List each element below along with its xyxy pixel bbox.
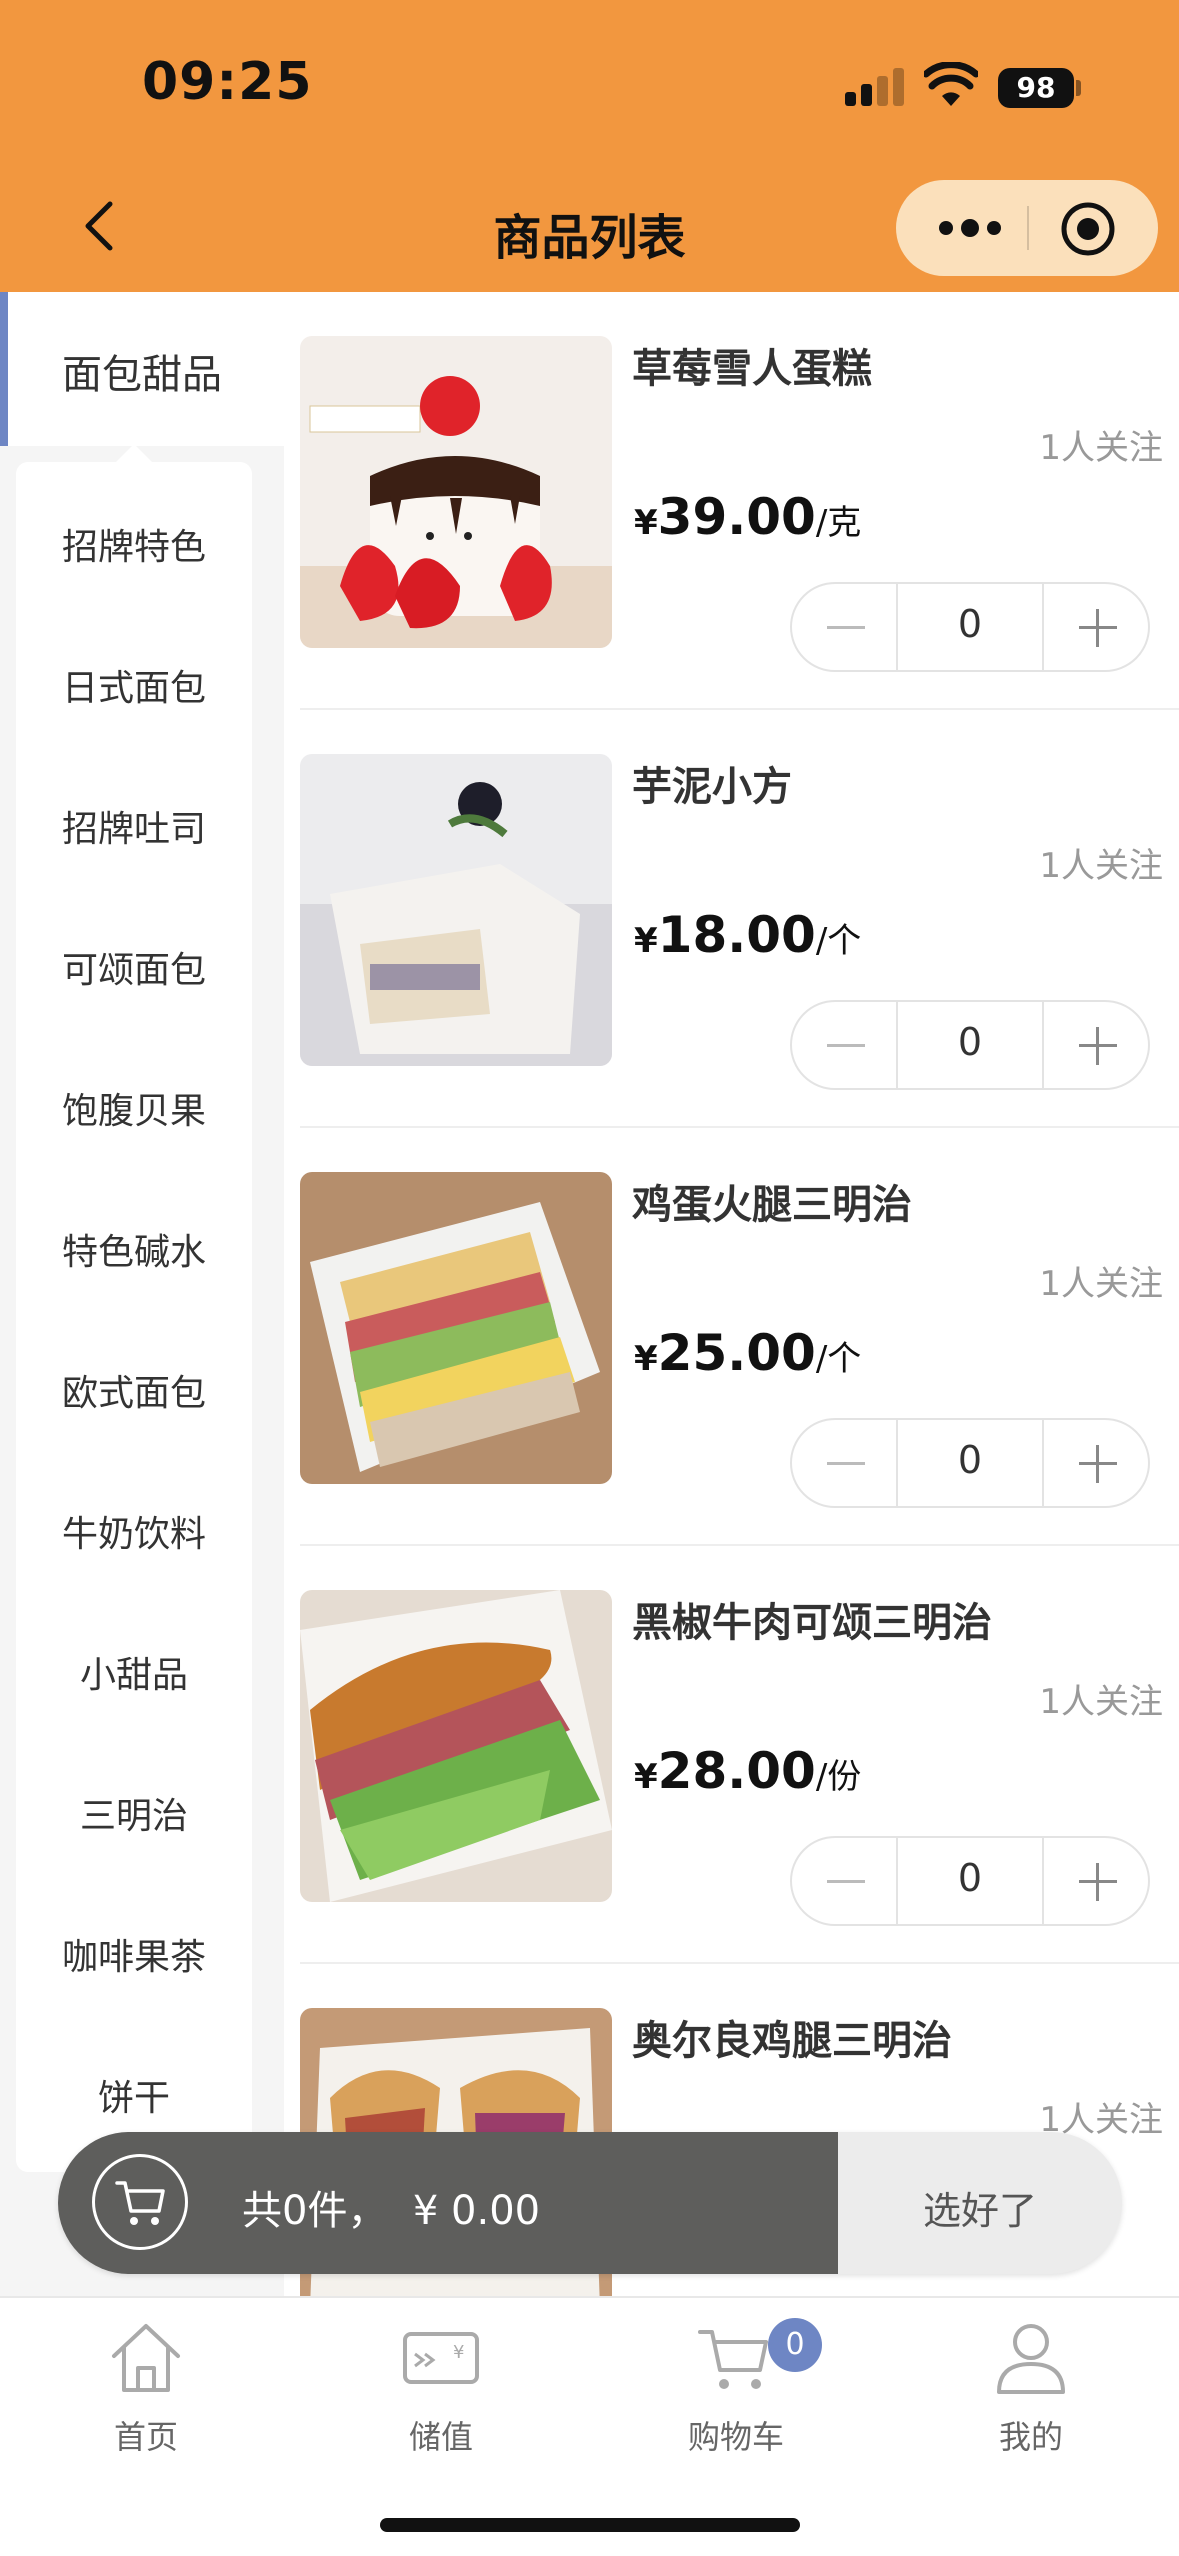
subcategory-panel: 招牌特色 日式面包 招牌吐司 可颂面包 饱腹贝果 特色碱水 欧式面包 牛奶饮料 … [16,462,252,2172]
checkout-button[interactable]: 选好了 [838,2180,1122,2235]
wallet-card-icon: ¥ [403,2332,479,2384]
price-unit: /份 [815,1757,862,1797]
follow-count: 1人关注 [1039,1264,1163,1304]
svg-text:¥: ¥ [453,2342,464,2363]
cellular-signal-icon [845,66,905,106]
currency-symbol: ¥ [634,503,658,543]
product-name: 鸡蛋火腿三明治 [632,1182,912,1228]
follow-count: 1人关注 [1039,428,1163,468]
follow-count: 1人关注 [1039,846,1163,886]
battery-tip [1076,80,1081,96]
cart-icon [698,2330,768,2389]
capsule-divider [1027,206,1029,250]
quantity-stepper: 0 [790,582,1150,672]
strawberry-cake-photo[interactable] [300,336,612,648]
product-name: 芋泥小方 [632,764,792,810]
subcategory-item[interactable]: 招牌特色 [16,518,252,570]
tab-label: 购物车 [687,2418,784,2456]
product-price: ¥28.00/份 [634,1742,861,1800]
quantity-stepper: 0 [790,1836,1150,1926]
subcategory-item[interactable]: 饼干 [16,2069,252,2121]
taro-cake-photo[interactable] [300,754,612,1066]
decrease-button[interactable] [792,1002,898,1088]
croissant-sandwich-photo[interactable] [300,1590,612,1902]
subcategory-item[interactable]: 饱腹贝果 [16,1082,252,1134]
status-time: 09:25 [142,52,313,112]
active-notch [116,444,152,462]
egg-ham-sandwich-photo[interactable] [300,1172,612,1484]
product-name: 黑椒牛肉可颂三明治 [632,1600,992,1646]
increase-button[interactable] [1042,1420,1148,1506]
bottom-tab-bar: 首页 ¥ 储值 0 购物车 我的 [0,2296,1179,2556]
cart-count-badge: 0 [768,2318,822,2372]
increase-button[interactable] [1042,584,1148,670]
tab-home[interactable]: 首页 [46,2318,246,2468]
cart-total: 共0件， ¥ 0.00 [242,2188,541,2234]
wifi-icon [924,62,978,106]
cart-summary-bar[interactable]: 共0件， ¥ 0.00 选好了 [58,2132,1122,2274]
tab-cart[interactable]: 0 购物车 [636,2318,836,2468]
subcategory-item[interactable]: 三明治 [16,1787,252,1839]
quantity-value: 0 [957,1856,983,1900]
tab-label: 首页 [113,2418,178,2456]
category-active[interactable]: 面包甜品 [0,292,284,446]
subcategory-item[interactable]: 日式面包 [16,659,252,711]
home-indicator[interactable] [380,2518,800,2532]
currency-symbol: ¥ [634,1339,658,1379]
category-label: 面包甜品 [62,352,222,398]
increase-button[interactable] [1042,1838,1148,1924]
subcategory-item[interactable]: 咖啡果茶 [16,1928,252,1980]
tab-mine[interactable]: 我的 [931,2318,1131,2468]
decrease-button[interactable] [792,584,898,670]
home-icon [112,2324,180,2392]
quantity-stepper: 0 [790,1000,1150,1090]
decrease-button[interactable] [792,1838,898,1924]
cart-summary-panel[interactable]: 共0件， ¥ 0.00 [58,2132,838,2274]
cart-button[interactable] [92,2154,188,2250]
product-name: 奥尔良鸡腿三明治 [632,2018,952,2064]
category-sidebar: 面包甜品 招牌特色 日式面包 招牌吐司 可颂面包 饱腹贝果 特色碱水 欧式面包 … [0,292,284,2296]
subcategory-item[interactable]: 招牌吐司 [16,800,252,852]
tab-label: 我的 [998,2418,1063,2456]
product-price: ¥39.00/克 [634,488,861,546]
battery-indicator: 98 [998,68,1074,108]
tab-label: 储值 [408,2418,473,2456]
price-unit: /克 [815,503,862,543]
price-value: 39.00 [657,488,816,546]
product-card[interactable]: 芋泥小方 1人关注 ¥18.00/个 0 [300,710,1179,1128]
quantity-stepper: 0 [790,1418,1150,1508]
quantity-value: 0 [957,1020,983,1064]
price-value: 28.00 [657,1742,816,1800]
subcategory-item[interactable]: 欧式面包 [16,1364,252,1416]
subcategory-item[interactable]: 小甜品 [16,1646,252,1698]
subcategory-item[interactable]: 牛奶饮料 [16,1505,252,1557]
tab-recharge[interactable]: ¥ 储值 [341,2318,541,2468]
product-name: 草莓雪人蛋糕 [632,346,872,392]
mini-program-capsule [896,180,1158,276]
quantity-value: 0 [957,602,983,646]
top-header: 09:25 98 商品列表 [0,0,1179,292]
product-price: ¥25.00/个 [634,1324,861,1382]
decrease-button[interactable] [792,1420,898,1506]
cart-icon [115,2181,165,2225]
currency-symbol: ¥ [634,1757,658,1797]
product-card[interactable]: 黑椒牛肉可颂三明治 1人关注 ¥28.00/份 0 [300,1546,1179,1964]
product-card[interactable]: 鸡蛋火腿三明治 1人关注 ¥25.00/个 0 [300,1128,1179,1546]
product-card[interactable]: 草莓雪人蛋糕 1人关注 ¥39.00/克 0 [300,292,1179,710]
follow-count: 1人关注 [1039,1682,1163,1722]
quantity-value: 0 [957,1438,983,1482]
product-price: ¥18.00/个 [634,906,861,964]
subcategory-item[interactable]: 可颂面包 [16,941,252,993]
price-value: 25.00 [657,1324,816,1382]
price-unit: /个 [815,921,862,961]
user-icon [997,2324,1065,2394]
subcategory-item[interactable]: 特色碱水 [16,1223,252,1275]
increase-button[interactable] [1042,1002,1148,1088]
currency-symbol: ¥ [634,921,658,961]
more-dots-icon[interactable] [930,212,1010,244]
price-value: 18.00 [657,906,816,964]
price-unit: /个 [815,1339,862,1379]
close-miniprogram-icon[interactable] [1059,200,1117,258]
